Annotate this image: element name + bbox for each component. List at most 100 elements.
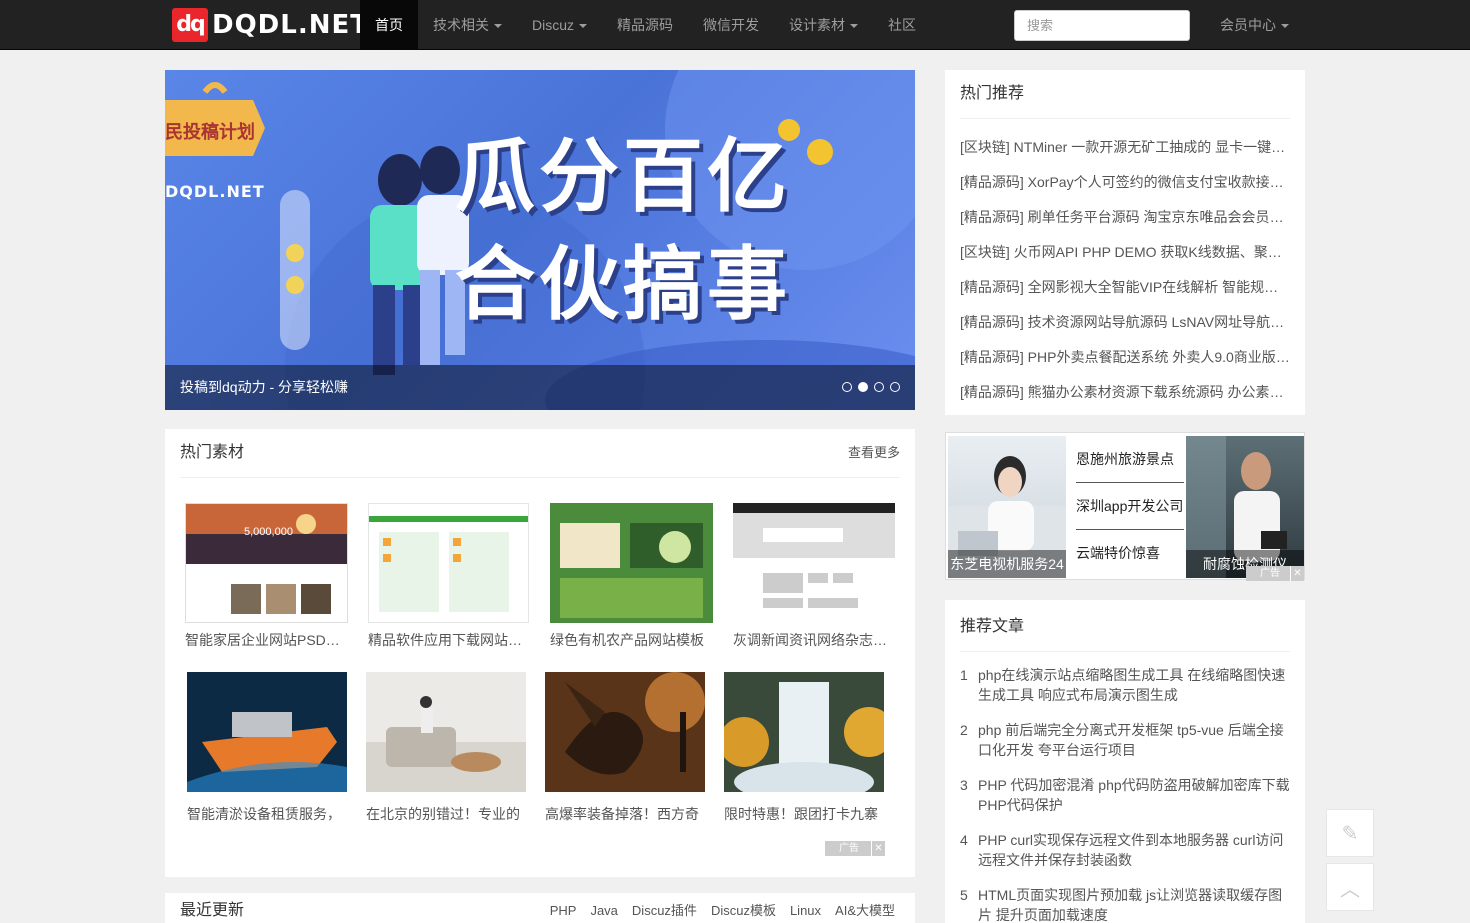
template-preview-image <box>733 503 895 608</box>
hot-recommend-panel: 热门推荐 [区块链] NTMiner 一款开源无矿工抽成的 显卡一键挖矿工具 [… <box>945 70 1305 415</box>
logo-text: DQDL.NET <box>212 10 369 40</box>
tag-ai[interactable]: AI&大模型 <box>835 887 895 923</box>
ad-label: 广告 <box>839 843 859 854</box>
carousel-dot[interactable] <box>874 382 884 392</box>
edit-button[interactable]: ✎ <box>1326 809 1374 857</box>
article-item[interactable]: 5 HTML页面实现图片预加载 js让浏览器读取缓存图片 提升页面加载速度 <box>960 885 1290 923</box>
hot-recommend-list: [区块链] NTMiner 一款开源无矿工抽成的 显卡一键挖矿工具 [精品源码]… <box>960 130 1290 410</box>
member-center-menu[interactable]: 会员中心 <box>1220 0 1289 50</box>
banner-logo: DQDL.NET <box>165 182 265 201</box>
nav-item-design[interactable]: 设计素材 <box>774 0 873 50</box>
material-thumb-2[interactable] <box>368 503 529 623</box>
ad-thumb-cleaning[interactable] <box>366 672 526 792</box>
hot-recommend-item[interactable]: [精品源码] PHP外卖点餐配送系统 外卖人9.0商业版源码 <box>960 340 1290 375</box>
divider <box>960 651 1290 652</box>
nav-label: 首页 <box>375 17 403 33</box>
material-thumb-3[interactable] <box>550 503 713 623</box>
article-title[interactable]: PHP curl实现保存远程文件到本地服务器 curl访问远程文件并保存封装函数 <box>978 830 1290 870</box>
banner-caption-bar: 投稿到dq动力 - 分享轻松赚 <box>165 365 915 410</box>
tag-java[interactable]: Java <box>590 887 617 923</box>
banner-headline-1: 瓜分百亿 <box>455 130 791 223</box>
nav-item-discuz[interactable]: Discuz <box>517 0 602 50</box>
material-caption[interactable]: 智能家居企业网站PSD模板 <box>185 630 348 650</box>
article-item[interactable]: 2 php 前后端完全分离式开发框架 tp5-vue 后端全接口化开发 夸平台运行… <box>960 720 1290 760</box>
hot-recommend-item[interactable]: [精品源码] 刷单任务平台源码 淘宝京东唯品会会员任务平台 <box>960 200 1290 235</box>
article-num: 5 <box>960 887 968 903</box>
nav-item-home[interactable]: 首页 <box>360 0 418 50</box>
material-thumb-4[interactable] <box>733 503 895 623</box>
nav-label: 社区 <box>888 17 917 33</box>
ad-link[interactable]: 云端特价惊喜 <box>1076 530 1184 577</box>
search-input[interactable] <box>1014 10 1190 41</box>
ad-image-customer-service[interactable]: 东芝电视机服务24 <box>948 436 1066 578</box>
article-title[interactable]: PHP 代码加密混淆 php代码防盗用破解加密库下载 PHP代码保护 <box>978 775 1290 815</box>
hot-material-title: 热门素材 <box>180 444 245 461</box>
ad-thumb-ship[interactable] <box>187 672 347 792</box>
back-to-top-button[interactable]: ︿ <box>1326 863 1374 911</box>
pencil-icon: ✎ <box>1341 822 1359 845</box>
carousel-indicators <box>842 382 900 392</box>
ad-thumb-waterfall[interactable] <box>724 672 884 792</box>
caret-down-icon <box>494 24 502 29</box>
ad-thumb-dragon[interactable] <box>545 672 705 792</box>
hot-recommend-item[interactable]: [区块链] 火币网API PHP DEMO 获取K线数据、聚合行情 <box>960 235 1290 270</box>
article-title[interactable]: php在线演示站点缩略图生成工具 在线缩略图快速生成工具 响应式布局演示图生成 <box>978 665 1290 705</box>
ad-caption[interactable]: 在北京的别错过！专业的 <box>366 804 526 824</box>
nav-label: 设计素材 <box>789 17 846 33</box>
carousel-dot[interactable] <box>842 382 852 392</box>
material-thumb-1[interactable]: 5,000,000 <box>185 503 348 623</box>
side-ad-box: 东芝电视机服务24 恩施州旅游景点 深圳app开发公司 云端特价惊喜 耐腐蚀检测… <box>945 432 1305 581</box>
view-more-link[interactable]: 查看更多 <box>848 429 900 477</box>
nav-item-source[interactable]: 精品源码 <box>602 0 688 50</box>
site-logo[interactable]: dq DQDL.NET <box>172 8 369 42</box>
top-navbar: dq DQDL.NET 首页 技术相关 Discuz 精品源码 微信开发 设计素… <box>0 0 1470 50</box>
ad-tag[interactable]: 广告 ✕ <box>1246 566 1304 581</box>
recent-tags: PHP Java Discuz插件 Discuz模板 Linux AI&大模型 <box>550 887 895 923</box>
banner-caption[interactable]: 投稿到dq动力 - 分享轻松赚 <box>180 365 348 410</box>
ad-caption[interactable]: 限时特惠！跟团打卡九寨 <box>724 804 884 824</box>
material-caption[interactable]: 绿色有机农产品网站模板 <box>550 630 713 650</box>
carousel-dot[interactable] <box>890 382 900 392</box>
article-item[interactable]: 1 php在线演示站点缩略图生成工具 在线缩略图快速生成工具 响应式布局演示图生成 <box>960 665 1290 705</box>
tag-discuz-template[interactable]: Discuz模板 <box>711 887 776 923</box>
thumb-banner-text: 5,000,000 <box>244 526 293 538</box>
hero-carousel[interactable]: 民投稿计划 DQDL.NET 瓜分百亿 合伙搞事 投稿到dq动力 - 分享轻松赚 <box>165 70 915 410</box>
close-icon[interactable]: ✕ <box>871 841 885 856</box>
logo-mark: dq <box>172 8 208 42</box>
material-caption[interactable]: 精品软件应用下载网站模板 <box>368 630 529 650</box>
carousel-dot-active[interactable] <box>858 382 868 392</box>
ad-label: 广告 <box>1260 568 1280 579</box>
main-nav: 首页 技术相关 Discuz 精品源码 微信开发 设计素材 社区 <box>360 0 931 50</box>
template-preview-image <box>550 503 713 623</box>
ad-caption[interactable]: 智能清淤设备租赁服务， <box>187 804 347 824</box>
nav-item-community[interactable]: 社区 <box>873 0 931 50</box>
hot-recommend-item[interactable]: [区块链] NTMiner 一款开源无矿工抽成的 显卡一键挖矿工具 <box>960 130 1290 165</box>
ad-tag[interactable]: 广告 ✕ <box>825 841 885 856</box>
ad-image-inspection[interactable]: 耐腐蚀检测仪 <box>1186 436 1304 578</box>
article-item[interactable]: 4 PHP curl实现保存远程文件到本地服务器 curl访问远程文件并保存封装函… <box>960 830 1290 870</box>
article-title[interactable]: php 前后端完全分离式开发框架 tp5-vue 后端全接口化开发 夸平台运行项… <box>978 720 1290 760</box>
ad-caption[interactable]: 高爆率装备掉落！西方奇 <box>545 804 705 824</box>
hot-recommend-item[interactable]: [精品源码] 熊猫办公素材资源下载系统源码 办公素材下载 <box>960 375 1290 410</box>
article-item[interactable]: 3 PHP 代码加密混淆 php代码防盗用破解加密库下载 PHP代码保护 <box>960 775 1290 815</box>
tag-discuz-plugin[interactable]: Discuz插件 <box>632 887 697 923</box>
recommend-articles-list: 1 php在线演示站点缩略图生成工具 在线缩略图快速生成工具 响应式布局演示图生成… <box>960 665 1290 923</box>
ad-link[interactable]: 恩施州旅游景点 <box>1076 436 1184 483</box>
recommend-articles-title: 推荐文章 <box>960 618 1025 635</box>
hot-recommend-item[interactable]: [精品源码] 技术资源网站导航源码 LsNAV网址导航系统 <box>960 305 1290 340</box>
nav-item-wechat[interactable]: 微信开发 <box>688 0 774 50</box>
article-num: 4 <box>960 832 968 848</box>
nav-item-tech[interactable]: 技术相关 <box>418 0 517 50</box>
caret-down-icon <box>579 24 588 29</box>
hot-recommend-item[interactable]: [精品源码] XorPay个人可签约的微信支付宝收款接口源码 <box>960 165 1290 200</box>
tag-php[interactable]: PHP <box>550 887 577 923</box>
close-icon[interactable]: ✕ <box>1290 566 1304 581</box>
hot-recommend-item[interactable]: [精品源码] 全网影视大全智能VIP在线解析 智能规则播放 <box>960 270 1290 305</box>
ad-link[interactable]: 深圳app开发公司 <box>1076 483 1184 530</box>
template-preview-image <box>369 504 528 612</box>
tag-linux[interactable]: Linux <box>790 887 821 923</box>
ad-left-caption: 东芝电视机服务24 <box>948 550 1066 578</box>
divider <box>960 118 1290 119</box>
article-title[interactable]: HTML页面实现图片预加载 js让浏览器读取缓存图片 提升页面加载速度 <box>978 885 1290 923</box>
material-caption[interactable]: 灰调新闻资讯网络杂志模板 <box>733 630 895 650</box>
